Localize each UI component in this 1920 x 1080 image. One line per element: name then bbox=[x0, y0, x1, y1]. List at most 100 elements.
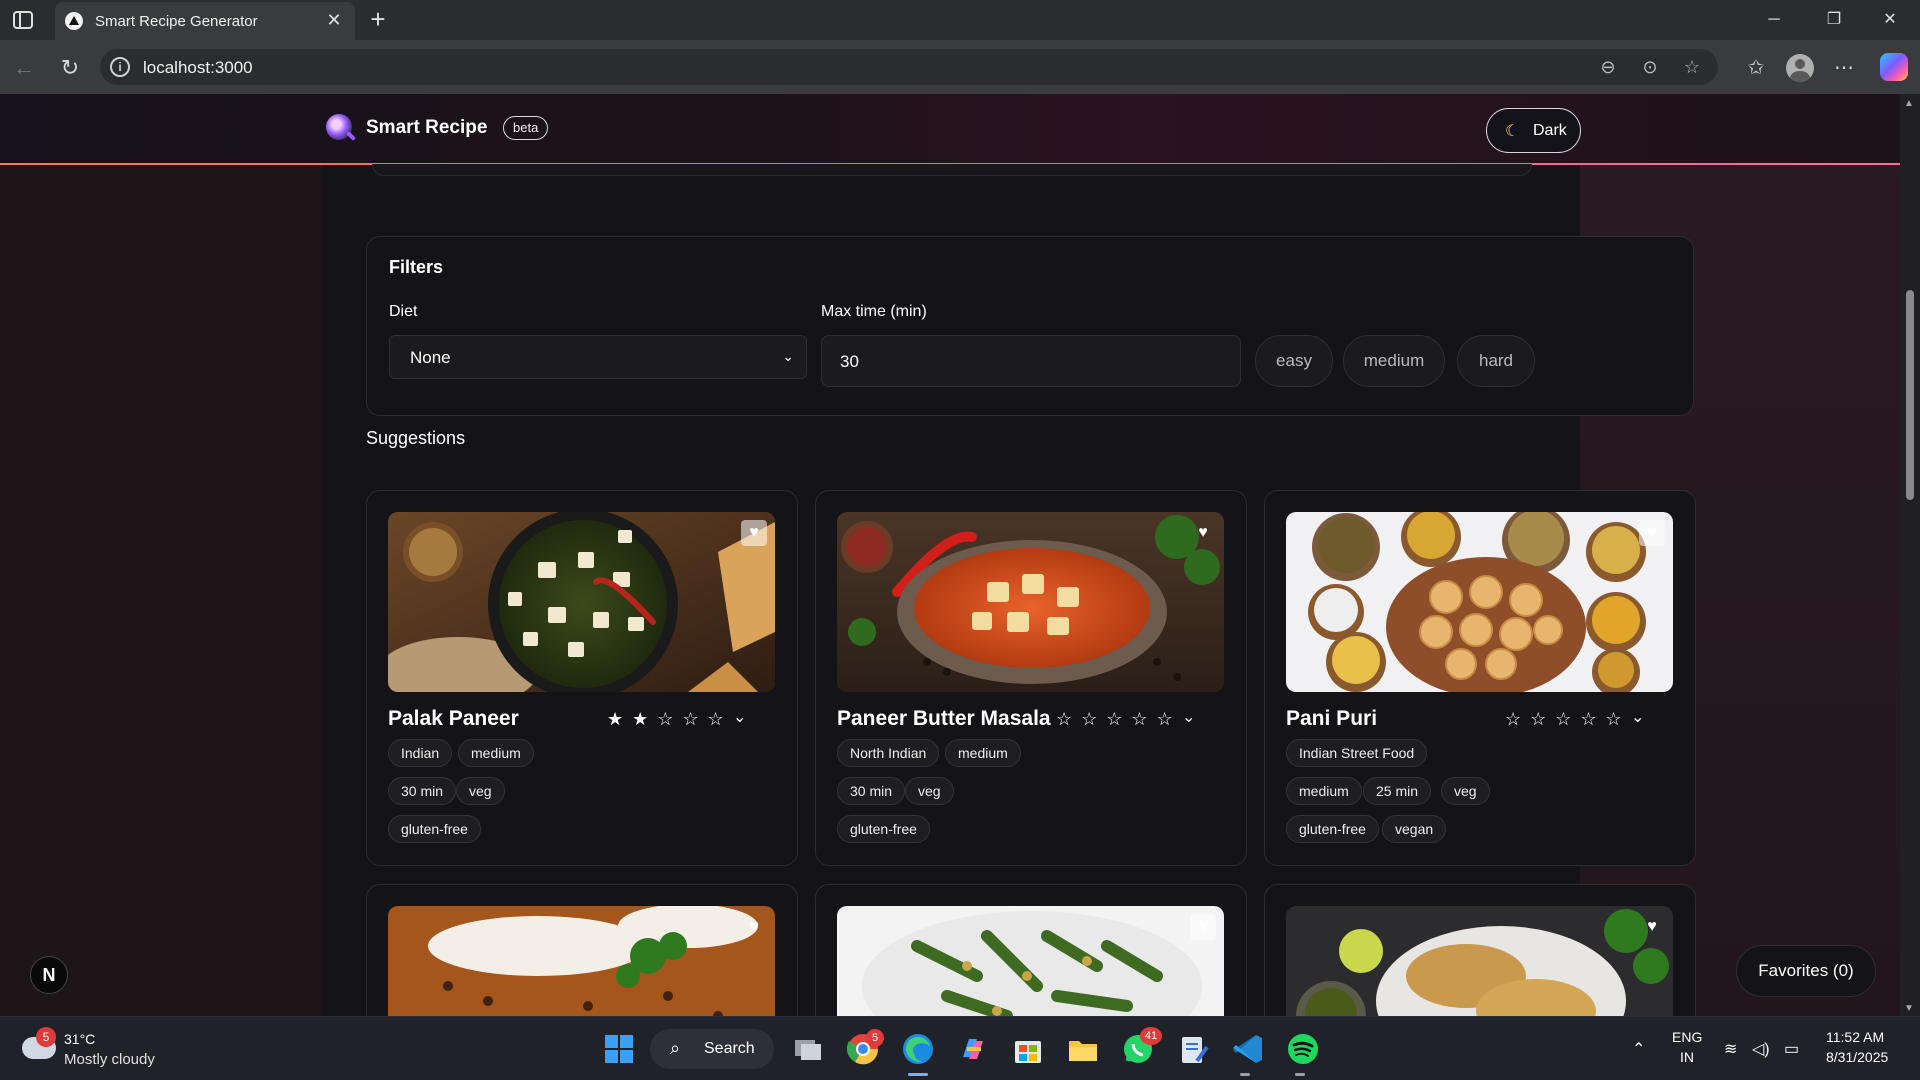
back-icon[interactable]: ← bbox=[8, 52, 40, 84]
tag-chip: medium bbox=[1286, 777, 1362, 805]
difficulty-easy-button[interactable]: easy bbox=[1255, 335, 1333, 387]
recipe-card[interactable]: ♥ Paneer Butter Masala ☆☆☆☆☆ ⌄ North Ind… bbox=[815, 490, 1247, 866]
chevron-up-icon[interactable]: ⌃ bbox=[1632, 1039, 1645, 1059]
tag-chip: North Indian bbox=[837, 739, 940, 767]
heart-icon[interactable]: ♥ bbox=[741, 520, 767, 546]
browser-tab[interactable]: Smart Recipe Generator ✕ bbox=[55, 2, 355, 40]
store-icon[interactable] bbox=[1010, 1031, 1046, 1067]
weather-badge: 5 bbox=[36, 1027, 56, 1047]
heart-icon[interactable]: ♥ bbox=[1190, 914, 1216, 940]
plus-icon[interactable]: + bbox=[364, 6, 392, 34]
region-code[interactable]: IN bbox=[1680, 1049, 1694, 1065]
diet-select-value: None bbox=[410, 348, 451, 367]
scroll-down-icon[interactable]: ▼ bbox=[1904, 1003, 1914, 1014]
search-panel-edge bbox=[372, 164, 1532, 176]
heart-icon[interactable]: ♥ bbox=[1190, 520, 1216, 546]
battery-icon[interactable]: ▭ bbox=[1784, 1039, 1799, 1059]
nextjs-dev-badge[interactable]: N bbox=[30, 956, 68, 994]
chevron-down-icon[interactable]: ⌄ bbox=[1631, 707, 1644, 727]
file-explorer-icon[interactable] bbox=[1065, 1031, 1101, 1067]
filters-panel: Filters Diet Max time (min) None ⌄ 30 ea… bbox=[366, 236, 1694, 416]
address-toolbar: ← ↻ i localhost:3000 ⊖ ⊙ ☆ ✩ ⋯ bbox=[0, 40, 1920, 94]
diet-select[interactable]: None ⌄ bbox=[389, 335, 807, 379]
rating-stars[interactable]: ★★☆☆☆ bbox=[607, 709, 733, 730]
recipe-card[interactable]: ♥ bbox=[1264, 884, 1696, 1016]
task-view-icon[interactable] bbox=[790, 1031, 826, 1067]
heart-icon[interactable]: ♥ bbox=[1639, 520, 1665, 546]
language-code[interactable]: ENG bbox=[1672, 1029, 1702, 1045]
rating-stars[interactable]: ☆☆☆☆☆ bbox=[1505, 709, 1631, 730]
chevron-down-icon[interactable]: ⌄ bbox=[1182, 707, 1195, 727]
recipe-name: Palak Paneer bbox=[388, 707, 519, 730]
windows-start-icon[interactable] bbox=[601, 1031, 637, 1067]
recipe-card[interactable]: ♥ bbox=[366, 884, 798, 1016]
rating-stars[interactable]: ☆☆☆☆☆ bbox=[1056, 709, 1182, 730]
recipe-image: ♥ bbox=[1286, 512, 1673, 692]
heart-icon[interactable]: ♥ bbox=[741, 914, 767, 940]
restore-icon[interactable]: ❐ bbox=[1814, 4, 1854, 36]
reload-icon[interactable]: ↻ bbox=[54, 52, 86, 84]
theme-toggle-button[interactable]: ☾ Dark bbox=[1486, 108, 1581, 153]
tag-chip: veg bbox=[456, 777, 505, 805]
zoom-out-icon[interactable]: ⊖ bbox=[1596, 55, 1620, 79]
tag-chip: medium bbox=[945, 739, 1021, 767]
taskbar-search-label: Search bbox=[704, 1040, 755, 1057]
minimize-icon[interactable]: ─ bbox=[1754, 4, 1794, 36]
difficulty-hard-button[interactable]: hard bbox=[1457, 335, 1535, 387]
recipe-image: ♥ bbox=[1286, 906, 1673, 1016]
notepad-icon[interactable] bbox=[1175, 1031, 1211, 1067]
close-icon[interactable]: ✕ bbox=[323, 9, 345, 31]
recipe-name: Paneer Butter Masala bbox=[837, 707, 1051, 730]
more-icon[interactable]: ⋯ bbox=[1828, 52, 1860, 84]
tag-chip: 25 min bbox=[1363, 777, 1432, 805]
edge-icon[interactable] bbox=[900, 1031, 936, 1067]
favorites-icon[interactable]: ✩ bbox=[1740, 52, 1772, 84]
max-time-label: Max time (min) bbox=[821, 303, 927, 320]
suggestions-title: Suggestions bbox=[366, 428, 466, 448]
sidebar-toggle-icon[interactable] bbox=[12, 10, 34, 30]
favorites-button[interactable]: Favorites (0) bbox=[1736, 945, 1876, 997]
scroll-thumb[interactable] bbox=[1906, 290, 1914, 500]
window-close-icon[interactable]: ✕ bbox=[1870, 4, 1910, 36]
address-bar[interactable]: i localhost:3000 ⊖ ⊙ ☆ bbox=[100, 49, 1718, 85]
vscode-icon[interactable] bbox=[1230, 1031, 1266, 1067]
diet-label: Diet bbox=[389, 303, 418, 320]
taskbar: 5 31°C Mostly cloudy ⌕ Search 5 41 ⌃ ENG bbox=[0, 1016, 1920, 1080]
scroll-up-icon[interactable]: ▲ bbox=[1904, 98, 1914, 109]
moon-icon: ☾ bbox=[1505, 123, 1520, 140]
tag-chip: Indian bbox=[388, 739, 453, 767]
tag-chip: 30 min bbox=[388, 777, 457, 805]
volume-icon[interactable]: ◁) bbox=[1752, 1039, 1770, 1059]
brand-title[interactable]: Smart Recipe bbox=[366, 117, 487, 139]
page-scrollbar[interactable]: ▲ ▼ bbox=[1900, 94, 1920, 1016]
tag-chip: 30 min bbox=[837, 777, 906, 805]
reader-icon[interactable]: ⊙ bbox=[1638, 55, 1662, 79]
tag-chip: Indian Street Food bbox=[1286, 739, 1428, 767]
theme-label: Dark bbox=[1533, 122, 1567, 139]
difficulty-medium-button[interactable]: medium bbox=[1343, 335, 1445, 387]
heart-icon[interactable]: ♥ bbox=[1639, 914, 1665, 940]
clock-time[interactable]: 11:52 AM bbox=[1826, 1029, 1884, 1045]
info-icon[interactable]: i bbox=[110, 57, 130, 77]
clock-date[interactable]: 8/31/2025 bbox=[1826, 1049, 1888, 1065]
beta-badge: beta bbox=[503, 116, 549, 140]
max-time-input[interactable]: 30 bbox=[821, 335, 1241, 387]
filters-title: Filters bbox=[389, 257, 444, 277]
taskbar-search-button[interactable]: ⌕ Search bbox=[650, 1029, 774, 1069]
wifi-icon[interactable]: ≋ bbox=[1724, 1039, 1737, 1059]
weather-temp[interactable]: 31°C bbox=[64, 1031, 95, 1047]
spotify-icon[interactable] bbox=[1285, 1031, 1321, 1067]
chevron-down-icon[interactable]: ⌄ bbox=[733, 707, 746, 727]
tag-chip: gluten-free bbox=[1286, 815, 1379, 843]
copilot-icon[interactable] bbox=[1880, 53, 1908, 81]
copilot-app-icon[interactable] bbox=[955, 1031, 991, 1067]
browser-tabbar: Smart Recipe Generator ✕ + ─ ❐ ✕ bbox=[0, 0, 1920, 40]
logo-icon bbox=[326, 114, 352, 140]
star-outline-icon[interactable]: ☆ bbox=[1680, 55, 1704, 79]
recipe-card[interactable]: ♥ Palak Paneer ★★☆☆☆ ⌄ Indian medium 30 … bbox=[366, 490, 798, 866]
recipe-card[interactable]: ♥ Pani Puri ☆☆☆☆☆ ⌄ Indian Street Food m… bbox=[1264, 490, 1696, 866]
weather-desc[interactable]: Mostly cloudy bbox=[64, 1051, 155, 1068]
recipe-card[interactable]: ♥ bbox=[815, 884, 1247, 1016]
url-text[interactable]: localhost:3000 bbox=[143, 58, 253, 78]
profile-icon[interactable] bbox=[1784, 52, 1816, 84]
